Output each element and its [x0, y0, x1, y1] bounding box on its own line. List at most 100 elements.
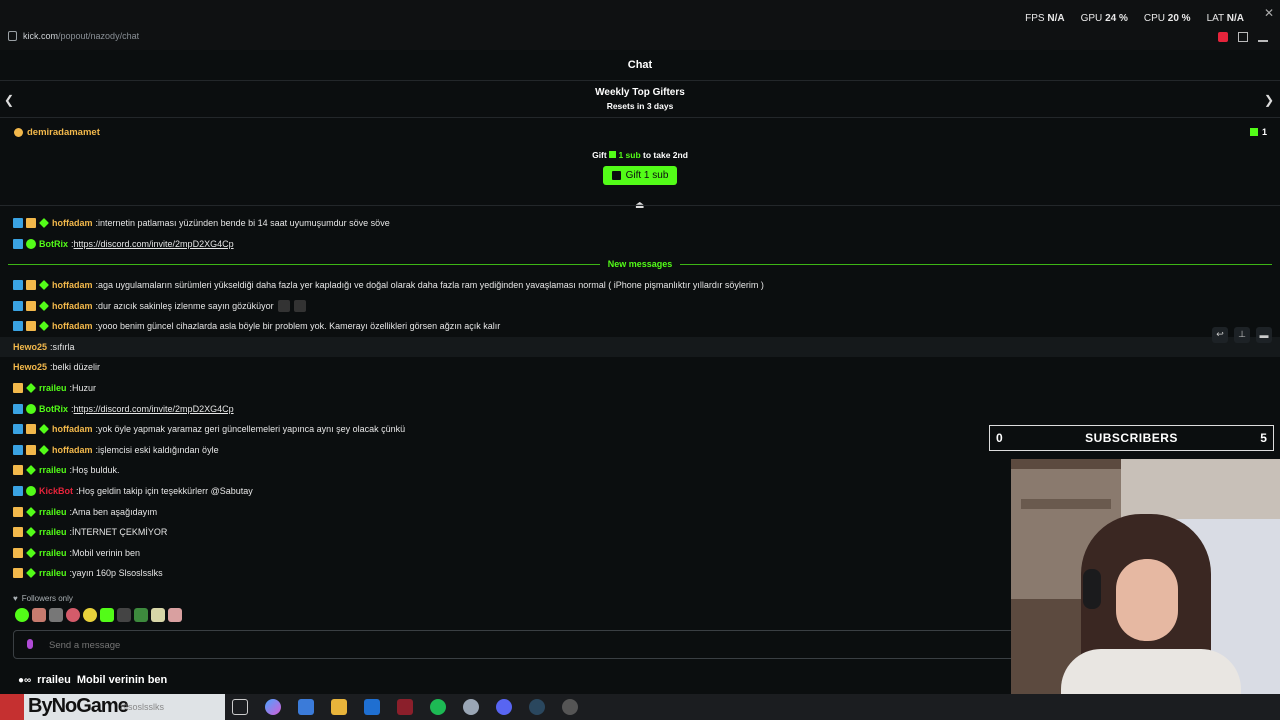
crown-badge-icon: [13, 527, 23, 538]
chevron-left-icon[interactable]: ❮: [4, 93, 14, 107]
chat-title: Chat: [627, 59, 653, 71]
message-text: Hoş geldin takip için teşekkürlerr @Sabu…: [78, 486, 253, 497]
chat-message[interactable]: Hewo25: sıfırla ↩ ⊥ ▬: [0, 326, 1280, 358]
message-username[interactable]: rraileu: [39, 548, 67, 558]
pin-icon[interactable]: ⊥: [1234, 326, 1250, 343]
emote-icon[interactable]: [134, 608, 148, 622]
cpu-label: CPU: [1143, 13, 1165, 24]
taskbar: ByNoGame Slsoslsslks: [0, 694, 1280, 720]
message-username[interactable]: BotRix: [39, 404, 68, 414]
overlay-text: Mobil verinin ben: [76, 674, 168, 686]
crown-badge-icon: [26, 424, 36, 435]
message-text: sıfırla: [52, 341, 75, 352]
task-view-icon[interactable]: [232, 699, 248, 715]
emote-icon[interactable]: [117, 608, 131, 622]
gifters-title: Weekly Top Gifters: [595, 87, 685, 98]
extensions-icon[interactable]: [1238, 32, 1248, 42]
gift-sub-button[interactable]: Gift 1 sub: [602, 166, 678, 185]
message-username[interactable]: rraileu: [39, 383, 67, 393]
delete-icon[interactable]: ▬: [1256, 326, 1272, 343]
taskbar-icons: [232, 699, 578, 715]
bot-badge-icon: [26, 486, 36, 497]
chevron-right-icon[interactable]: ❯: [1264, 93, 1274, 107]
chat-message[interactable]: rraileu: Huzur: [0, 378, 1280, 399]
chat-message[interactable]: Hewo25: belki düzelir: [0, 357, 1280, 378]
outlook-icon[interactable]: [364, 699, 380, 715]
star-badge-icon: [26, 383, 36, 393]
url-path: /popout/nazody/chat: [58, 31, 140, 41]
message-text: belki düzelir: [52, 362, 101, 373]
discord-icon[interactable]: [496, 699, 512, 715]
chat-message[interactable]: hoffadam: yooo benim güncel cihazlarda a…: [0, 316, 1280, 337]
emote-icon[interactable]: [15, 608, 29, 622]
message-username[interactable]: Hewo25: [13, 342, 47, 352]
settings-icon[interactable]: [463, 699, 479, 715]
message-username[interactable]: BotRix: [39, 239, 68, 249]
mod-badge-icon: [13, 238, 23, 249]
copilot-icon[interactable]: [265, 699, 281, 715]
emote-icon[interactable]: [66, 608, 80, 622]
chat-message[interactable]: BotRix: https://discord.com/invite/2mpD2…: [0, 234, 1280, 255]
message-username[interactable]: rraileu: [39, 568, 67, 578]
crown-badge-icon: [13, 465, 23, 476]
mod-badge-icon: [13, 280, 23, 291]
message-link[interactable]: https://discord.com/invite/2mpD2XG4Cp: [74, 404, 234, 414]
app-icon[interactable]: [397, 699, 413, 715]
obs-icon[interactable]: [562, 699, 578, 715]
message-input[interactable]: [47, 635, 1001, 655]
reply-icon[interactable]: ↩: [1212, 326, 1228, 343]
message-username[interactable]: hoffadam: [52, 218, 93, 228]
bot-badge-icon: [26, 403, 36, 414]
emote-icon[interactable]: [83, 608, 97, 622]
message-username[interactable]: rraileu: [39, 507, 67, 517]
subscribers-counter: 0 SUBSCRIBERS 5: [989, 425, 1274, 451]
message-link[interactable]: https://discord.com/invite/2mpD2XG4Cp: [74, 239, 234, 249]
emote-icon[interactable]: [151, 608, 165, 622]
top-gifter-name: demiradamamet: [27, 126, 100, 138]
message-username[interactable]: Hewo25: [13, 362, 47, 372]
pocket-icon[interactable]: [1218, 32, 1228, 42]
download-icon[interactable]: [1258, 32, 1268, 42]
message-username[interactable]: hoffadam: [52, 321, 93, 331]
chat-message[interactable]: hoffadam: internetin patlaması yüzünden …: [0, 213, 1280, 234]
gift-cta: Gift 1 sub to take 2nd Gift 1 sub: [0, 150, 1280, 185]
message-input-box[interactable]: [13, 630, 1015, 659]
emote-icon[interactable]: [168, 608, 182, 622]
gifters-reset: Resets in 3 days: [606, 101, 674, 111]
star-badge-icon: [39, 218, 49, 229]
chat-message[interactable]: BotRix: https://discord.com/invite/2mpD2…: [0, 398, 1280, 419]
lock-icon: [8, 31, 17, 41]
trophy-icon: [14, 127, 23, 137]
message-username[interactable]: rraileu: [39, 527, 67, 537]
message-username[interactable]: hoffadam: [52, 424, 93, 434]
heart-icon: ♥: [13, 594, 18, 603]
message-text: Ama ben aşağıdayım: [72, 506, 158, 517]
chat-message[interactable]: hoffadam: dur azıcık sakinleş izlenme sa…: [0, 295, 1280, 316]
message-text: yayın 160p Slsoslsslks: [72, 568, 163, 579]
gift-cta-line: Gift 1 sub to take 2nd: [0, 150, 1280, 160]
emote-icon[interactable]: [49, 608, 63, 622]
mod-badge-icon: [13, 300, 23, 311]
address-bar[interactable]: kick.com/popout/nazody/chat: [8, 31, 139, 41]
message-username[interactable]: rraileu: [39, 465, 67, 475]
emote-icon[interactable]: [32, 608, 46, 622]
webcam-headset: [1083, 569, 1101, 609]
star-badge-icon: [39, 280, 49, 291]
mod-badge-icon: [13, 218, 23, 229]
chat-message[interactable]: hoffadam: aga uygulamaların sürümleri yü…: [0, 275, 1280, 296]
microphone-icon[interactable]: [27, 639, 33, 649]
store-icon[interactable]: [298, 699, 314, 715]
top-gifter-row[interactable]: demiradamamet 1: [0, 118, 1280, 146]
message-username[interactable]: hoffadam: [52, 445, 93, 455]
message-username[interactable]: hoffadam: [52, 301, 93, 311]
star-badge-icon: [39, 321, 49, 332]
close-window-icon[interactable]: ✕: [1264, 6, 1274, 20]
file-explorer-icon[interactable]: [331, 699, 347, 715]
spotify-icon[interactable]: [430, 699, 446, 715]
message-username[interactable]: hoffadam: [52, 280, 93, 290]
steam-icon[interactable]: [529, 699, 545, 715]
emote-icon[interactable]: [100, 608, 114, 622]
message-username[interactable]: KickBot: [39, 486, 73, 496]
gift-small-icon: [609, 151, 617, 158]
top-gifter-count: 1: [1249, 127, 1267, 137]
